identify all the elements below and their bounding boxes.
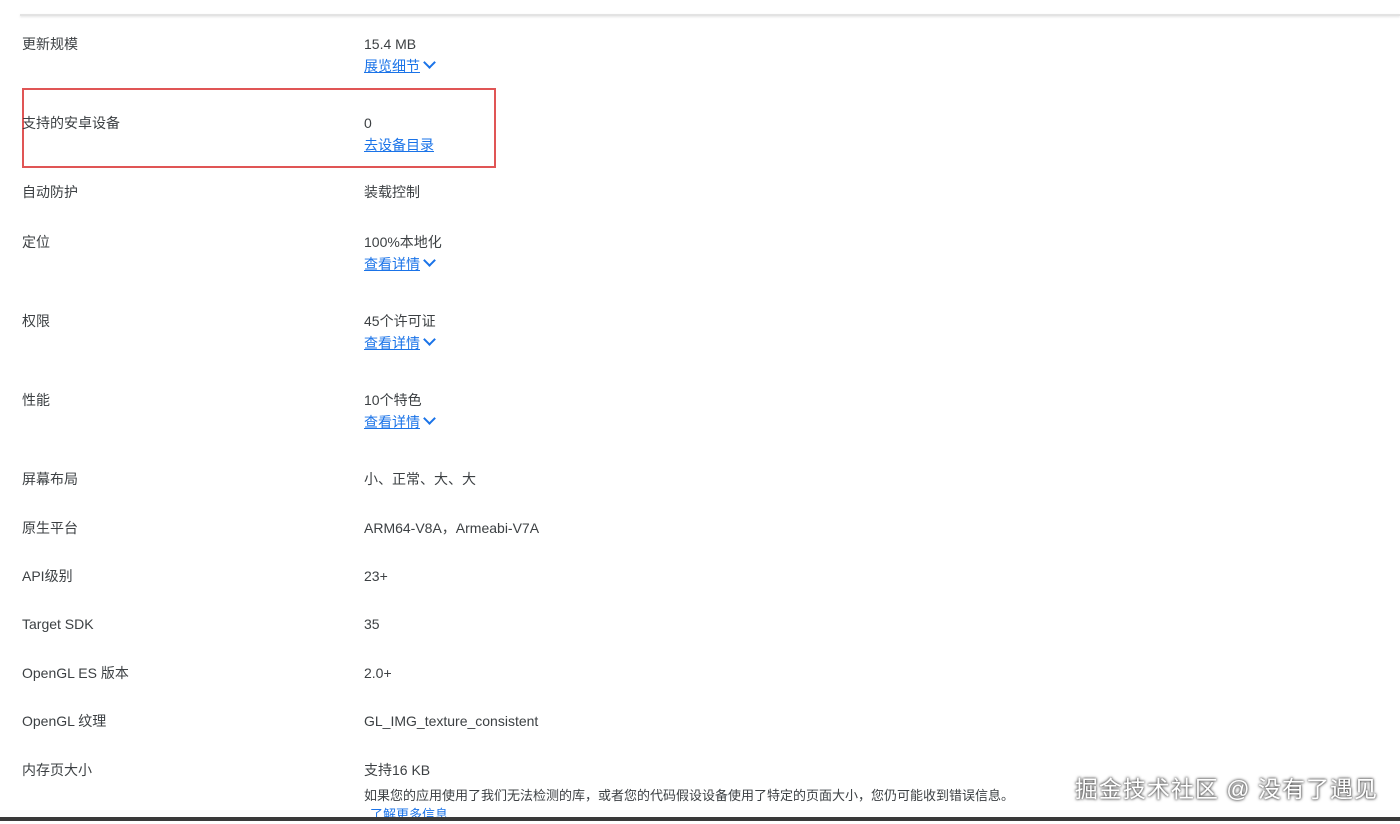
chevron-down-icon <box>423 412 436 425</box>
link-text: 展览细节 <box>364 58 420 74</box>
row-label: 权限 <box>22 313 50 329</box>
row-label: 性能 <box>22 392 50 408</box>
row-label: API级别 <box>22 568 73 584</box>
link-text: 查看详情 <box>364 335 420 351</box>
chevron-down-icon <box>423 333 436 346</box>
view-details-link[interactable]: 查看详情 <box>364 412 436 431</box>
row-value: 装载控制 <box>364 184 420 200</box>
chevron-down-icon <box>423 254 436 267</box>
row-label: 支持的安卓设备 <box>22 115 120 131</box>
row-label: Target SDK <box>22 616 94 632</box>
view-details-link[interactable]: 查看详情 <box>364 333 436 352</box>
chevron-down-icon <box>423 56 436 69</box>
row-value: 小、正常、大、大 <box>364 471 476 487</box>
row-value: 45个许可证 <box>364 313 436 329</box>
row-value: 10个特色 <box>364 392 422 408</box>
row-label: 更新规模 <box>22 36 78 52</box>
row-label: 屏幕布局 <box>22 471 78 487</box>
row-label: 原生平台 <box>22 520 78 536</box>
row-label: 定位 <box>22 234 50 250</box>
row-value: ARM64-V8A，Armeabi-V7A <box>364 520 540 536</box>
row-value: GL_IMG_texture_consistent <box>364 713 539 729</box>
row-label: 自动防护 <box>22 184 78 200</box>
view-details-link[interactable]: 查看详情 <box>364 254 436 273</box>
row-value: 100%本地化 <box>364 234 442 250</box>
note-text: 如果您的应用使用了我们无法检测的库，或者您的代码假设设备使用了特定的页面大小，您… <box>364 788 1015 803</box>
row-value: 0 <box>364 115 372 131</box>
expand-details-link[interactable]: 展览细节 <box>364 56 436 75</box>
row-label: OpenGL ES 版本 <box>22 665 129 681</box>
watermark: 掘金技术社区 @ 没有了遇见 <box>1074 776 1378 802</box>
row-value: 15.4 MB <box>364 36 417 52</box>
row-value: 23+ <box>364 568 388 584</box>
row-value: 35 <box>364 616 380 632</box>
device-catalog-link[interactable]: 去设备目录 <box>364 136 434 154</box>
top-divider <box>20 14 1400 16</box>
link-text: 查看详情 <box>364 256 420 272</box>
row-label: 内存页大小 <box>22 762 92 778</box>
bottom-divider <box>0 817 1400 821</box>
link-text: 查看详情 <box>364 414 420 430</box>
row-value: 支持16 KB <box>364 762 431 778</box>
row-label: OpenGL 纹理 <box>22 713 107 729</box>
row-value: 2.0+ <box>364 665 392 681</box>
